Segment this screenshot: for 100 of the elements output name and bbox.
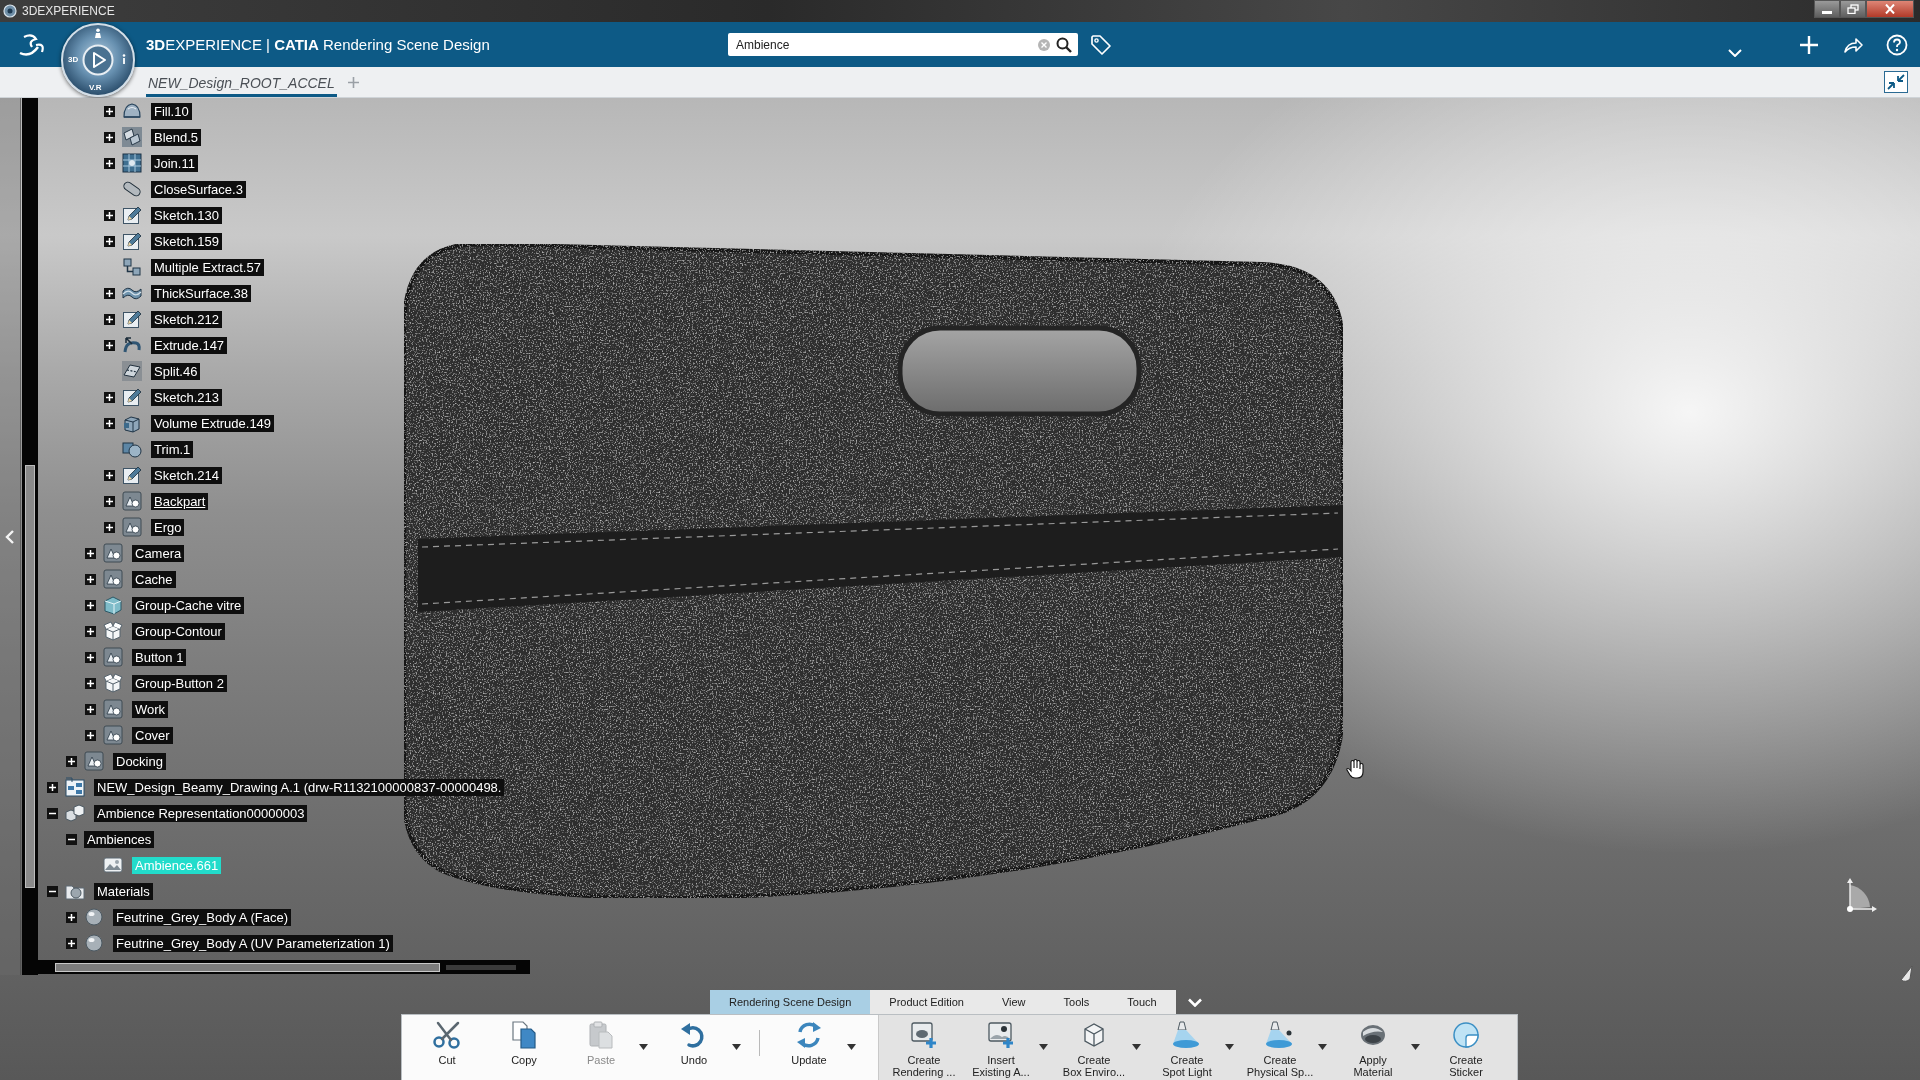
expand-icon[interactable]: [85, 599, 96, 611]
expand-icon[interactable]: [47, 781, 58, 793]
expand-icon[interactable]: [104, 391, 115, 403]
tree-item[interactable]: Group-Button 2: [132, 674, 227, 692]
tree-item[interactable]: Backpart: [151, 492, 209, 510]
tree-item[interactable]: Extrude.147: [151, 336, 228, 354]
tree-item[interactable]: ThickSurface.38: [151, 284, 251, 302]
collapse-icon[interactable]: [47, 885, 58, 897]
scrollbar-thumb[interactable]: [25, 465, 35, 888]
tree-item[interactable]: Work: [132, 700, 169, 718]
physical-spot-button[interactable]: Create Physical Sp...: [1245, 1018, 1315, 1078]
caret-down-icon[interactable]: [1132, 1044, 1141, 1050]
expand-icon[interactable]: [66, 937, 77, 949]
tree-item[interactable]: Volume Extrude.149: [151, 414, 275, 432]
scrollbar-thumb[interactable]: [55, 962, 440, 972]
chevron-down-icon[interactable]: [1728, 48, 1742, 57]
caret-down-icon[interactable]: [1411, 1044, 1420, 1050]
expand-icon[interactable]: [85, 651, 96, 663]
tree-item[interactable]: CloseSurface.3: [151, 180, 246, 198]
update-button[interactable]: Update: [774, 1018, 844, 1066]
compass-label[interactable]: 3D: [68, 55, 79, 64]
tree-item[interactable]: Trim.1: [151, 440, 194, 458]
shrink-arrows-icon[interactable]: [1884, 71, 1908, 93]
expand-icon[interactable]: [104, 105, 115, 117]
tree-item[interactable]: Ambiences: [84, 830, 155, 848]
collapse-icon[interactable]: [66, 833, 77, 845]
tree-item[interactable]: Multiple Extract.57: [151, 258, 264, 276]
expand-icon[interactable]: [104, 339, 115, 351]
restore-button[interactable]: [1840, 0, 1866, 18]
chevron-down-icon[interactable]: [1187, 997, 1202, 1007]
apply-material-button[interactable]: Apply Material: [1338, 1018, 1408, 1078]
insert-ambience-button[interactable]: Insert Existing A...: [966, 1018, 1036, 1078]
vertical-scrollbar[interactable]: [22, 98, 38, 975]
tree-item[interactable]: Feutrine_Grey_Body A (UV Parameterization 1): [113, 934, 393, 952]
info-icon[interactable]: [121, 54, 127, 65]
chevron-left-icon[interactable]: [5, 528, 15, 545]
close-button[interactable]: [1866, 0, 1914, 18]
expand-icon[interactable]: [104, 495, 115, 507]
help-icon[interactable]: [1886, 33, 1908, 56]
tree-item[interactable]: Sketch.130: [151, 206, 223, 224]
workbench-tab[interactable]: Tools: [1044, 990, 1109, 1014]
workbench-tab[interactable]: Rendering Scene Design: [710, 990, 871, 1014]
tree-item[interactable]: Materials: [94, 882, 153, 900]
expand-icon[interactable]: [104, 209, 115, 221]
play-icon[interactable]: [82, 44, 114, 76]
horizontal-scrollbar[interactable]: [38, 960, 530, 974]
tree-item[interactable]: Button 1: [132, 648, 187, 666]
expand-icon[interactable]: [104, 287, 115, 299]
expand-icon[interactable]: [66, 911, 77, 923]
tree-item[interactable]: Camera: [132, 544, 185, 562]
caret-down-icon[interactable]: [1225, 1044, 1234, 1050]
person-icon[interactable]: [94, 28, 102, 38]
expand-icon[interactable]: [104, 417, 115, 429]
tree-item[interactable]: Fill.10: [151, 102, 192, 120]
tree-item[interactable]: Sketch.213: [151, 388, 223, 406]
expand-icon[interactable]: [104, 521, 115, 533]
collapse-icon[interactable]: [47, 807, 58, 819]
tree-item[interactable]: Ergo: [151, 518, 185, 536]
expand-icon[interactable]: [66, 755, 77, 767]
expand-icon[interactable]: [104, 235, 115, 247]
copy-button[interactable]: Copy: [489, 1018, 559, 1066]
search-icon[interactable]: [1056, 37, 1072, 53]
tree-item[interactable]: Feutrine_Grey_Body A (Face): [113, 908, 291, 926]
side-panel-handle[interactable]: [0, 98, 21, 975]
tree-item[interactable]: Group-Contour: [132, 622, 225, 640]
expand-icon[interactable]: [104, 313, 115, 325]
tree-item[interactable]: Split.46: [151, 362, 201, 380]
expand-icon[interactable]: [104, 131, 115, 143]
tree-item[interactable]: Group-Cache vitre: [132, 596, 245, 614]
spot-light-button[interactable]: Create Spot Light: [1152, 1018, 1222, 1078]
expand-icon[interactable]: [85, 625, 96, 637]
expand-icon[interactable]: [85, 677, 96, 689]
compass-label[interactable]: V.R: [89, 83, 102, 92]
tree-item[interactable]: Docking: [113, 752, 166, 770]
caret-down-icon[interactable]: [1039, 1044, 1048, 1050]
search-field[interactable]: Ambience: [728, 33, 1078, 56]
caret-down-icon[interactable]: [1318, 1044, 1327, 1050]
sticker-button[interactable]: Create Sticker: [1431, 1018, 1501, 1078]
tree-item[interactable]: Ambience Representation00000003: [94, 804, 308, 822]
workbench-tab[interactable]: Product Edition: [870, 990, 983, 1014]
tree-item[interactable]: Cache: [132, 570, 176, 588]
expand-icon[interactable]: [104, 469, 115, 481]
expand-icon[interactable]: [85, 547, 96, 559]
tree-item[interactable]: NEW_Design_Beamy_Drawing A.1 (drw-R1132100000837-00000498.: [94, 778, 505, 796]
create-rendering-button[interactable]: Create Rendering ...: [889, 1018, 959, 1078]
undo-button[interactable]: Undo: [659, 1018, 729, 1066]
box-environment-button[interactable]: Create Box Enviro...: [1059, 1018, 1129, 1078]
workbench-tab[interactable]: Touch: [1108, 990, 1176, 1014]
workbench-tab[interactable]: View: [982, 990, 1045, 1014]
tree-item[interactable]: Sketch.212: [151, 310, 223, 328]
minimize-button[interactable]: [1814, 0, 1840, 18]
tree-item[interactable]: Blend.5: [151, 128, 202, 146]
expand-icon[interactable]: [85, 703, 96, 715]
cut-button[interactable]: Cut: [412, 1018, 482, 1066]
caret-down-icon[interactable]: [732, 1044, 741, 1050]
expand-icon[interactable]: [85, 573, 96, 585]
expand-icon[interactable]: [85, 729, 96, 741]
caret-down-icon[interactable]: [847, 1044, 856, 1050]
tree-item[interactable]: Sketch.159: [151, 232, 223, 250]
tree-item[interactable]: Cover: [132, 726, 173, 744]
